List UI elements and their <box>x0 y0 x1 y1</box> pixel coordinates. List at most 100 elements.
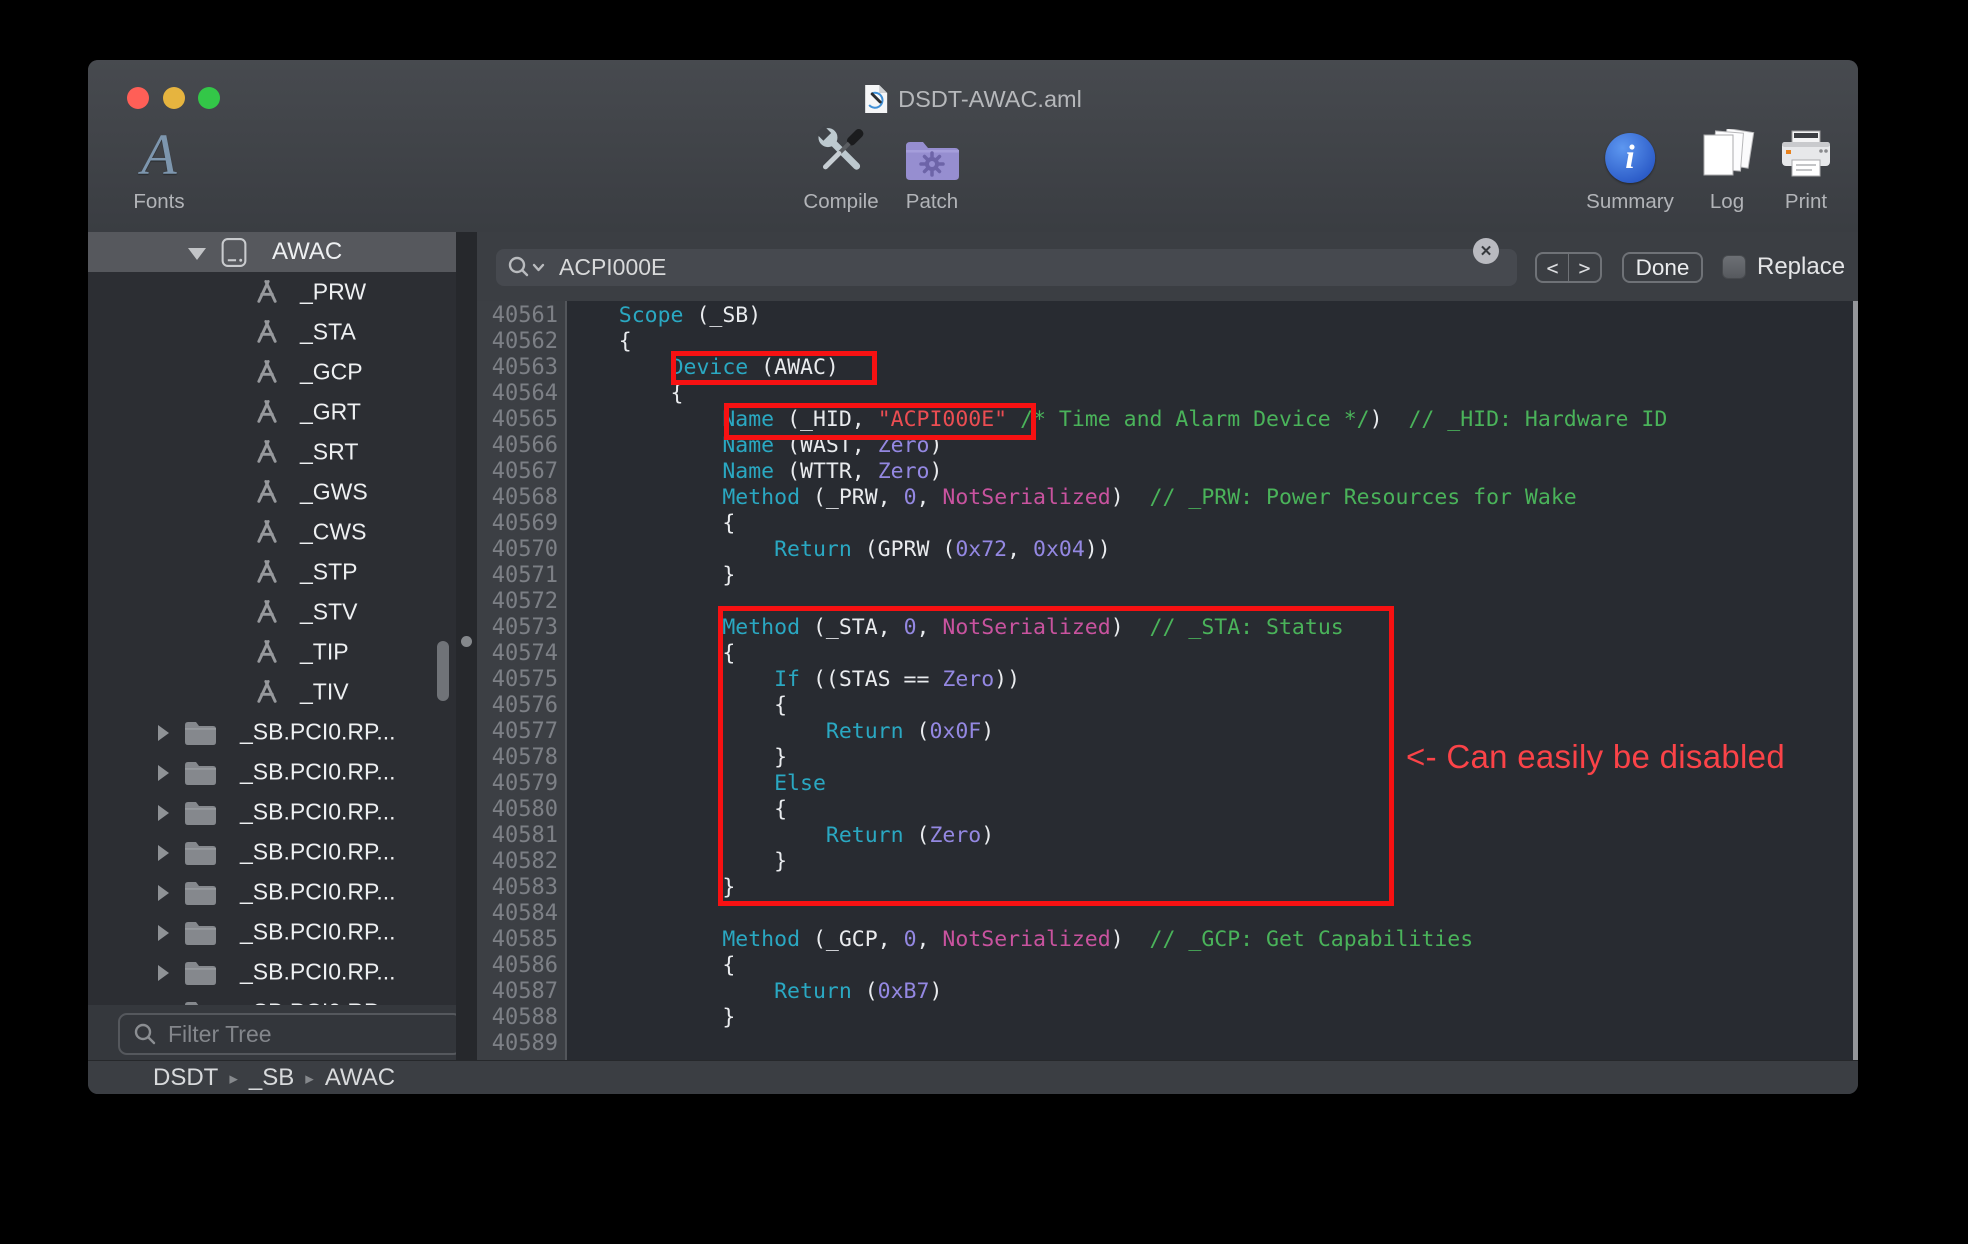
tree-item-label: _CWS <box>300 519 366 546</box>
filter-tree-input[interactable]: Filter Tree <box>118 1013 462 1055</box>
toolbar-label: Print <box>1785 190 1827 214</box>
toolbar-log-button[interactable]: Log <box>1698 118 1756 214</box>
line-number: 40587 <box>492 979 558 1005</box>
document-icon <box>864 84 888 114</box>
search-icon <box>132 1021 158 1047</box>
close-window-button[interactable] <box>127 87 149 109</box>
tree-item-method[interactable]: _TIP <box>88 632 456 672</box>
breadcrumb-item[interactable]: _SB <box>249 1064 294 1092</box>
tree-item-label: _GWS <box>300 479 368 506</box>
tree-item-method[interactable]: _STA <box>88 312 456 352</box>
find-prev-next-control: < > <box>1535 252 1602 283</box>
tree-item-method[interactable]: _SRT <box>88 432 456 472</box>
toolbar-fonts-button[interactable]: A Fonts <box>133 118 184 214</box>
done-button[interactable]: Done <box>1622 252 1703 283</box>
toolbar-summary-button[interactable]: i Summary <box>1586 118 1674 214</box>
toolbar-print-button[interactable]: Print <box>1779 118 1833 214</box>
tree-item-label: _SB.PCI0.RP... <box>240 919 396 946</box>
toolbar-label: Compile <box>803 190 878 214</box>
disclosure-closed-icon[interactable] <box>158 845 169 861</box>
pane-splitter[interactable] <box>456 232 477 1060</box>
replace-checkbox[interactable] <box>1722 255 1746 279</box>
find-previous-button[interactable]: < <box>1537 254 1569 281</box>
zoom-window-button[interactable] <box>198 87 220 109</box>
line-number: 40581 <box>492 823 558 849</box>
tree-item-label: _GRT <box>300 399 361 426</box>
tree-item-label: _SB.PCI0.RP... <box>240 839 396 866</box>
disclosure-closed-icon[interactable] <box>158 965 169 981</box>
disclosure-closed-icon[interactable] <box>158 925 169 941</box>
tree-item-label: _STP <box>300 559 358 586</box>
method-icon <box>253 318 281 351</box>
tree-item-label: _SB.PCI0.RP... <box>240 719 396 746</box>
toolbar-label: Patch <box>906 190 958 214</box>
line-number: 40580 <box>492 797 558 823</box>
disclosure-closed-icon[interactable] <box>158 725 169 741</box>
acpi-tree: AWAC _PRW _STA _GCP _GRT _SRT _GWS _CWS <box>88 232 456 1005</box>
screen: DSDT-AWAC.aml A Fonts <box>0 0 1968 1244</box>
window-title-group: DSDT-AWAC.aml <box>864 84 1082 114</box>
disclosure-closed-icon[interactable] <box>158 765 169 781</box>
tree-item-label: _SB.PCI0.RP... <box>240 759 396 786</box>
folder-icon <box>183 959 218 991</box>
code-editor[interactable]: 4056140562405634056440565405664056740568… <box>477 301 1858 1060</box>
path-bar: DSDT▸_SB▸AWAC <box>88 1060 1858 1094</box>
tree-item-scope[interactable]: _SB.PCI0.RP <box>88 992 456 1005</box>
tree-item-method[interactable]: _STP <box>88 552 456 592</box>
disclosure-closed-icon[interactable] <box>158 805 169 821</box>
tree-item-method[interactable]: _GRT <box>88 392 456 432</box>
tree-item-scope[interactable]: _SB.PCI0.RP... <box>88 952 456 992</box>
find-input[interactable]: ACPI000E <box>496 249 1517 286</box>
folder-icon <box>183 879 218 911</box>
tree-item-method[interactable]: _GCP <box>88 352 456 392</box>
tree-item-method[interactable]: _TIV <box>88 672 456 712</box>
line-number: 40568 <box>492 485 558 511</box>
line-number: 40564 <box>492 381 558 407</box>
tree-item-scope[interactable]: _SB.PCI0.RP... <box>88 712 456 752</box>
patch-folder-icon <box>903 135 961 183</box>
tree-item-method[interactable]: _GWS <box>88 472 456 512</box>
printer-icon <box>1779 129 1833 183</box>
disclosure-open-icon[interactable] <box>188 248 206 260</box>
tree-item-scope[interactable]: _SB.PCI0.RP... <box>88 792 456 832</box>
compile-tools-icon <box>809 119 873 183</box>
tree-item-label: _SB.PCI0.RP... <box>240 959 396 986</box>
tree-item-method[interactable]: _STV <box>88 592 456 632</box>
toolbar-label: Log <box>1710 190 1744 214</box>
disclosure-closed-icon[interactable] <box>158 885 169 901</box>
method-icon <box>253 678 281 711</box>
method-icon <box>253 438 281 471</box>
toolbar-compile-button[interactable]: Compile <box>803 118 878 214</box>
line-number: 40574 <box>492 641 558 667</box>
search-menu-icon <box>507 255 551 281</box>
tree-item-awac-selected[interactable]: AWAC <box>88 232 456 272</box>
breadcrumb-item[interactable]: DSDT <box>153 1064 218 1092</box>
splitter-handle-dot <box>461 636 472 647</box>
tree-item-scope[interactable]: _SB.PCI0.RP... <box>88 832 456 872</box>
breadcrumb-item[interactable]: AWAC <box>325 1064 395 1092</box>
replace-label: Replace <box>1757 253 1845 281</box>
line-number: 40566 <box>492 433 558 459</box>
tree-item-method[interactable]: _PRW <box>88 272 456 312</box>
tree-item-scope[interactable]: _SB.PCI0.RP... <box>88 912 456 952</box>
method-icon <box>253 358 281 391</box>
line-number: 40570 <box>492 537 558 563</box>
editor-scrollbar[interactable] <box>1853 301 1858 1060</box>
minimize-window-button[interactable] <box>163 87 185 109</box>
log-documents-icon <box>1698 129 1756 183</box>
toolbar-patch-button[interactable]: Patch <box>903 118 961 214</box>
tree-item-scope[interactable]: _SB.PCI0.RP... <box>88 752 456 792</box>
tree-item-method[interactable]: _CWS <box>88 512 456 552</box>
line-number: 40586 <box>492 953 558 979</box>
line-number: 40579 <box>492 771 558 797</box>
annotation-box-hid-acpi000e <box>724 403 1036 440</box>
method-icon <box>253 478 281 511</box>
code-line <box>567 1031 1850 1057</box>
find-next-button[interactable]: > <box>1569 254 1600 281</box>
clear-search-button[interactable]: ✕ <box>1473 238 1499 264</box>
breadcrumb-separator-icon: ▸ <box>229 1067 238 1089</box>
sidebar-scrollbar-thumb[interactable] <box>437 641 449 701</box>
tree-item-scope[interactable]: _SB.PCI0.RP... <box>88 872 456 912</box>
line-number: 40572 <box>492 589 558 615</box>
line-number: 40582 <box>492 849 558 875</box>
